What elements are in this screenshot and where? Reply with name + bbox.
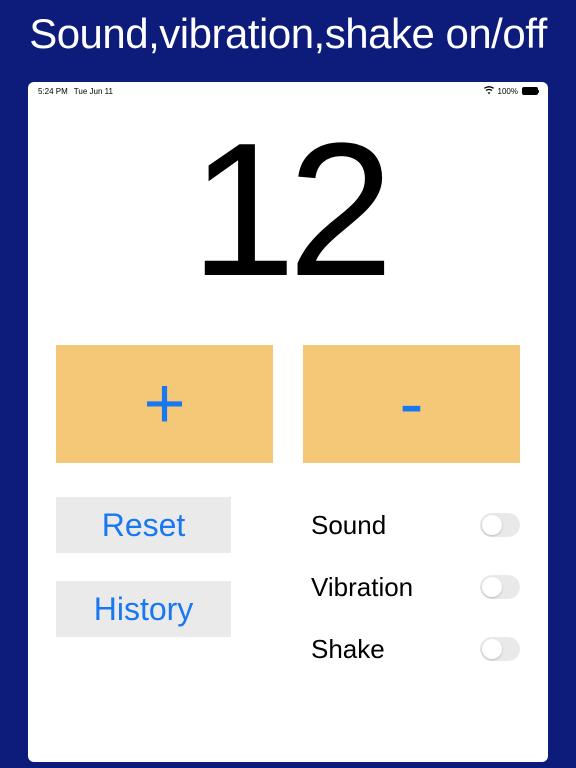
setting-vibration-label: Vibration xyxy=(311,572,413,603)
device-frame: 5:24 PM Tue Jun 11 100% 12 + - Reset His… xyxy=(28,82,548,762)
setting-sound: Sound xyxy=(311,503,520,547)
page-caption: Sound,vibration,shake on/off xyxy=(0,0,576,64)
status-time: 5:24 PM xyxy=(38,87,68,96)
sound-toggle[interactable] xyxy=(480,513,520,537)
vibration-toggle[interactable] xyxy=(480,575,520,599)
history-button[interactable]: History xyxy=(56,581,231,637)
status-bar: 5:24 PM Tue Jun 11 100% xyxy=(28,82,548,100)
battery-icon xyxy=(522,87,538,95)
increment-button[interactable]: + xyxy=(56,345,273,463)
counter-value: 12 xyxy=(28,115,548,305)
setting-shake: Shake xyxy=(311,627,520,671)
setting-shake-label: Shake xyxy=(311,634,385,665)
setting-sound-label: Sound xyxy=(311,510,386,541)
status-date: Tue Jun 11 xyxy=(74,87,113,96)
wifi-icon xyxy=(484,86,494,96)
shake-toggle[interactable] xyxy=(480,637,520,661)
decrement-button[interactable]: - xyxy=(303,345,520,463)
reset-button[interactable]: Reset xyxy=(56,497,231,553)
battery-percent: 100% xyxy=(498,87,518,96)
setting-vibration: Vibration xyxy=(311,565,520,609)
